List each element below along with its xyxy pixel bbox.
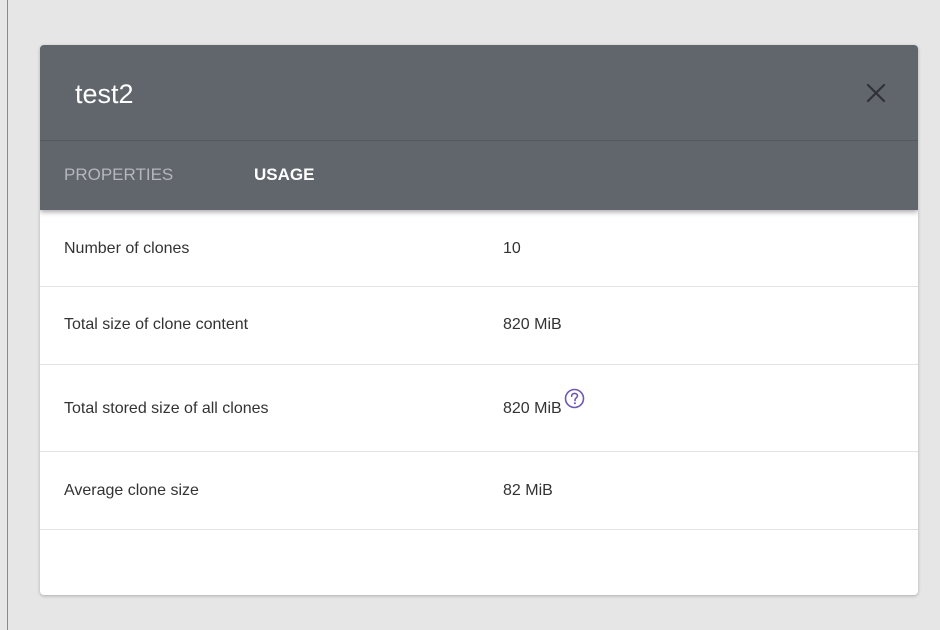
table-row: Total stored size of all clones 820 MiB bbox=[40, 365, 918, 452]
row-value-text: 820 MiB bbox=[503, 316, 562, 333]
table-row: Average clone size 82 MiB bbox=[40, 452, 918, 530]
tab-usage[interactable]: USAGE bbox=[254, 165, 314, 185]
row-value: 82 MiB bbox=[503, 482, 553, 500]
table-row: Number of clones 10 bbox=[40, 210, 918, 287]
close-icon bbox=[862, 79, 890, 107]
row-label: Total stored size of all clones bbox=[64, 400, 269, 417]
window-frame-edge bbox=[7, 0, 8, 630]
row-label: Total size of clone content bbox=[64, 316, 249, 333]
table-row: Total size of clone content 820 MiB bbox=[40, 287, 918, 365]
tab-bar: PROPERTIES USAGE bbox=[40, 141, 918, 210]
help-circle-icon[interactable] bbox=[564, 388, 585, 409]
tab-properties[interactable]: PROPERTIES bbox=[64, 165, 173, 185]
row-label: Average clone size bbox=[64, 482, 199, 499]
row-value-text: 10 bbox=[503, 240, 521, 257]
row-value-text: 820 MiB bbox=[503, 400, 562, 417]
row-value: 10 bbox=[503, 240, 521, 258]
row-value: 820 MiB bbox=[503, 316, 562, 334]
row-value-text: 82 MiB bbox=[503, 482, 553, 499]
row-value: 820 MiB bbox=[503, 388, 585, 418]
clone-details-dialog: test2 PROPERTIES USAGE Number of clones … bbox=[40, 45, 918, 595]
title-bar: test2 bbox=[40, 45, 918, 141]
close-button[interactable] bbox=[862, 79, 890, 107]
dialog-title: test2 bbox=[75, 79, 134, 109]
dialog-header: test2 PROPERTIES USAGE bbox=[40, 45, 918, 210]
row-label: Number of clones bbox=[64, 240, 190, 257]
usage-table: Number of clones 10 Total size of clone … bbox=[40, 210, 918, 530]
